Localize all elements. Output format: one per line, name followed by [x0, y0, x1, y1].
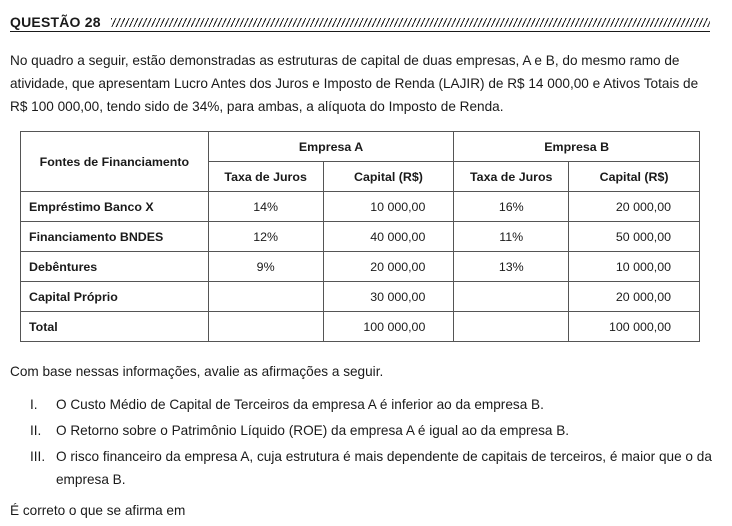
a-rate-cell: 14%	[207, 191, 324, 222]
table-row: Capital Próprio 30 000,00 20 000,00	[20, 281, 700, 312]
source-cell: Financiamento BNDES	[20, 221, 209, 252]
b-rate-cell: 16%	[453, 191, 570, 222]
b-capital-cell: 50 000,00	[568, 221, 700, 252]
b-rate-cell: 13%	[453, 251, 570, 282]
a-rate-cell: 9%	[207, 251, 324, 282]
statement-number: III.	[30, 449, 46, 464]
list-item: I. O Custo Médio de Capital de Terceiros…	[30, 393, 720, 416]
company-b-capital-header: Capital (R$)	[568, 161, 700, 192]
table-row: Debêntures 9% 20 000,00 13% 10 000,00	[20, 251, 700, 282]
a-rate-cell: 12%	[207, 221, 324, 252]
a-rate-cell	[207, 281, 324, 312]
source-cell: Capital Próprio	[20, 281, 209, 312]
sources-header: Fontes de Financiamento	[20, 131, 209, 192]
source-cell: Total	[20, 311, 209, 342]
a-rate-cell	[207, 311, 324, 342]
question-header: QUESTÃO 28	[10, 12, 710, 32]
list-item: III. O risco financeiro da empresa A, cu…	[30, 445, 720, 491]
a-capital-cell: 30 000,00	[322, 281, 455, 312]
a-capital-cell: 20 000,00	[322, 251, 455, 282]
b-capital-cell: 10 000,00	[568, 251, 700, 282]
statement-text: O Retorno sobre o Patrimônio Líquido (RO…	[56, 423, 570, 438]
header-rule	[10, 31, 710, 32]
a-capital-cell: 40 000,00	[322, 221, 455, 252]
a-capital-cell: 100 000,00	[322, 311, 455, 342]
source-cell: Empréstimo Banco X	[20, 191, 209, 222]
statement-number: I.	[30, 397, 38, 412]
statement-text: O Custo Médio de Capital de Terceiros da…	[56, 397, 544, 412]
question-intro: No quadro a seguir, estão demonstradas a…	[10, 53, 699, 114]
b-capital-cell: 100 000,00	[568, 311, 700, 342]
source-cell: Debêntures	[20, 251, 209, 282]
table-row: Financiamento BNDES 12% 40 000,00 11% 50…	[20, 221, 700, 252]
capital-structure-table: Fontes de Financiamento Empresa A Empres…	[20, 131, 700, 342]
company-a-capital-header: Capital (R$)	[322, 161, 455, 192]
statement-text: O risco financeiro da empresa A, cuja es…	[56, 449, 712, 487]
question-closing: É correto o que se afirma em	[10, 503, 186, 518]
statement-number: II.	[30, 423, 42, 438]
company-b-header: Empresa B	[453, 131, 700, 162]
company-a-rate-header: Taxa de Juros	[207, 161, 324, 192]
b-capital-cell: 20 000,00	[568, 191, 700, 222]
table-header-row-1: Fontes de Financiamento Empresa A Empres…	[20, 131, 700, 192]
table-row: Empréstimo Banco X 14% 10 000,00 16% 20 …	[20, 191, 700, 222]
list-item: II. O Retorno sobre o Patrimônio Líquido…	[30, 419, 720, 442]
b-rate-cell: 11%	[453, 221, 570, 252]
table-row-total: Total 100 000,00 100 000,00	[20, 311, 700, 342]
company-b-rate-header: Taxa de Juros	[453, 161, 570, 192]
statements-list: I. O Custo Médio de Capital de Terceiros…	[30, 393, 720, 494]
b-rate-cell	[453, 311, 570, 342]
b-capital-cell: 20 000,00	[568, 281, 700, 312]
company-a-header: Empresa A	[207, 131, 455, 162]
question-prompt: Com base nessas informações, avalie as a…	[10, 364, 384, 379]
a-capital-cell: 10 000,00	[322, 191, 455, 222]
b-rate-cell	[453, 281, 570, 312]
header-hatch-decoration	[110, 17, 710, 27]
question-title: QUESTÃO 28	[10, 14, 101, 30]
